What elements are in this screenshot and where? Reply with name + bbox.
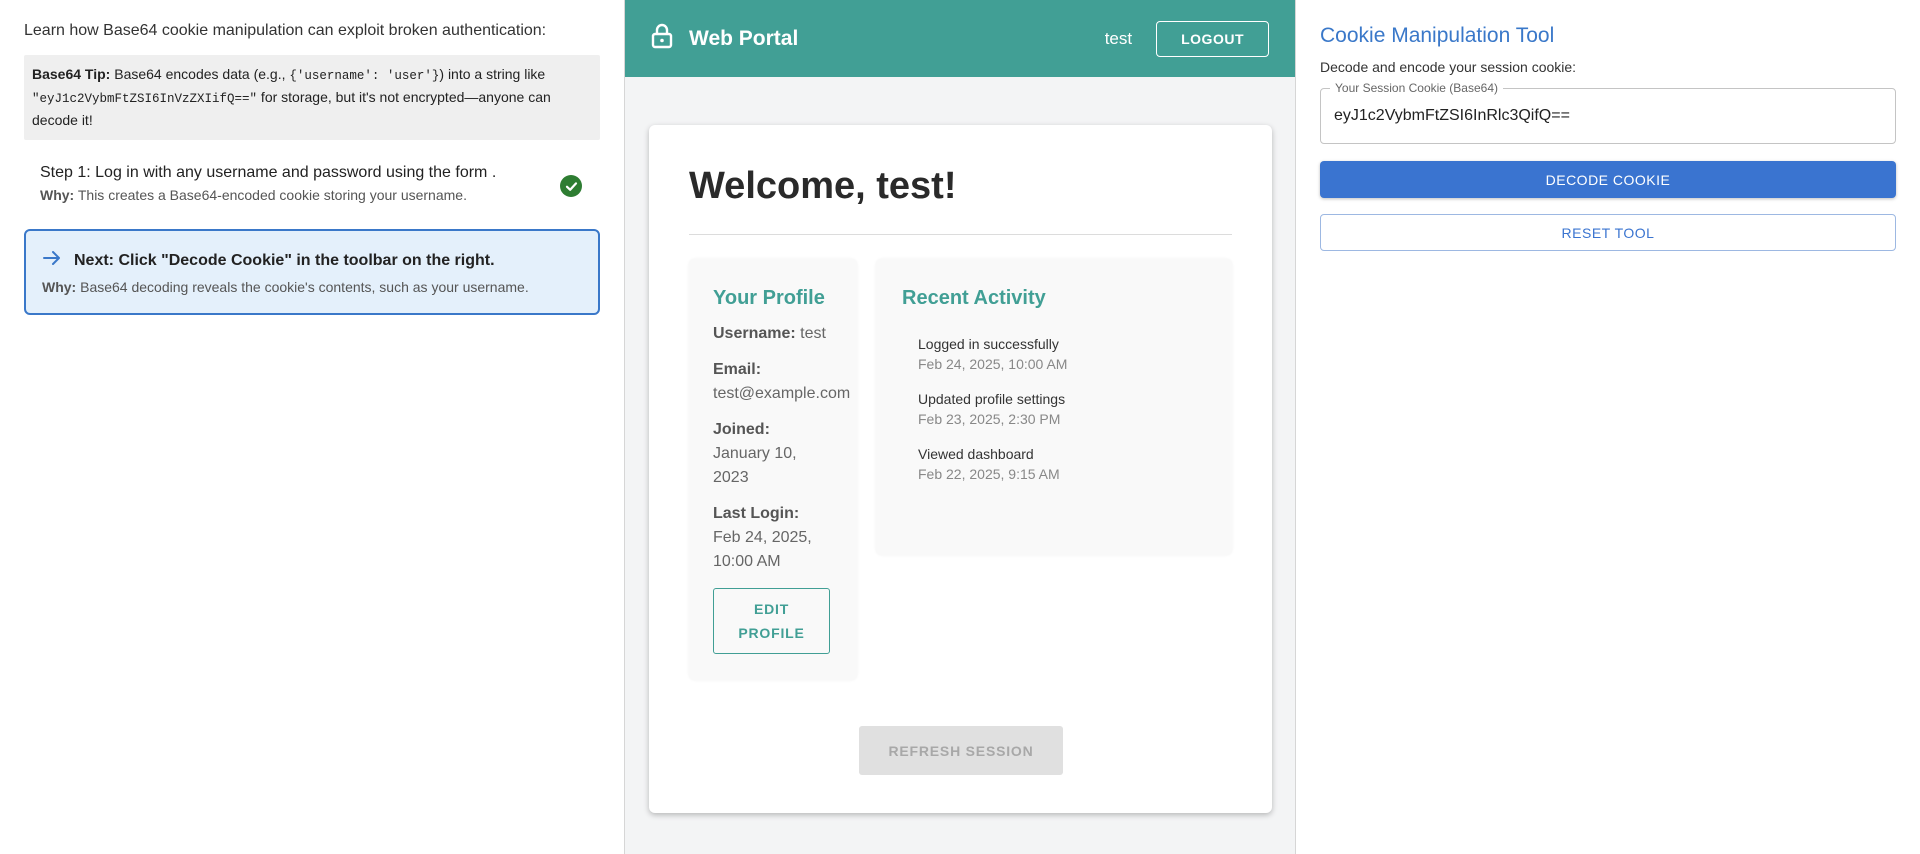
activity-item-title: Updated profile settings <box>918 391 1066 407</box>
step-1-why: Why: This creates a Base64-encoded cooki… <box>40 187 584 203</box>
portal-brand: Web Portal <box>689 26 799 50</box>
activity-panel: Recent Activity Logged in successfully F… <box>876 259 1232 555</box>
activity-item-time: Feb 23, 2025, 2:30 PM <box>918 411 1061 427</box>
portal-header: Web Portal test LOGOUT <box>625 0 1295 77</box>
next-step-title: Next: Click "Decode Cookie" in the toolb… <box>74 251 495 269</box>
reset-tool-button[interactable]: RESET TOOL <box>1320 214 1896 251</box>
tip-label: Base64 Tip: <box>32 66 111 82</box>
current-user: test <box>1104 28 1133 48</box>
dashboard-card: Welcome, test! Your Profile Username: te… <box>649 125 1272 813</box>
next-step: Next: Click "Decode Cookie" in the toolb… <box>24 229 600 315</box>
activity-item-time: Feb 24, 2025, 10:00 AM <box>918 356 1068 372</box>
cookie-tool-panel: Cookie Manipulation Tool Decode and enco… <box>1296 0 1920 854</box>
logout-button[interactable]: LOGOUT <box>1156 20 1269 57</box>
activity-item-time: Feb 22, 2025, 9:15 AM <box>918 466 1060 482</box>
divider <box>689 234 1232 235</box>
email-label: Email: <box>713 361 762 378</box>
profile-panel: Your Profile Username: test Email: test@e… <box>689 259 857 680</box>
username-value: test <box>795 325 826 342</box>
cookie-input[interactable]: Your Session Cookie (Base64) eyJ1c2VybmF… <box>1320 81 1896 144</box>
intro-text: Learn how Base64 cookie manipulation can… <box>24 22 547 39</box>
step-1-why-label: Why: <box>40 187 75 203</box>
step-1: Step 1: Log in with any username and pas… <box>24 140 600 213</box>
step-1-why-text: This creates a Base64-encoded cookie sto… <box>74 187 467 203</box>
next-why-label: Why: <box>42 279 77 295</box>
cookie-value[interactable]: eyJ1c2VybmFtZSI6InRlc3QifQ== <box>1334 107 1570 125</box>
last-login-label: Last Login: <box>713 505 800 522</box>
profile-title: Your Profile <box>713 287 825 309</box>
profile-email: Email: test@example.com <box>713 358 850 406</box>
activity-item-title: Viewed dashboard <box>918 446 1034 462</box>
profile-username: Username: test <box>713 322 833 346</box>
cookie-field-label: Your Session Cookie (Base64) <box>1330 81 1503 95</box>
next-step-why: Why: Base64 decoding reveals the cookie'… <box>42 279 582 295</box>
welcome-heading: Welcome, test! <box>689 165 957 207</box>
username-label: Username: <box>713 325 796 342</box>
list-item: Updated profile settings Feb 23, 2025, 2… <box>918 391 1206 427</box>
tool-subtitle: Decode and encode your session cookie: <box>1320 59 1577 75</box>
activity-list: Logged in successfully Feb 24, 2025, 10:… <box>902 336 1206 482</box>
list-item: Viewed dashboard Feb 22, 2025, 9:15 AM <box>918 446 1206 482</box>
activity-title: Recent Activity <box>902 287 1046 309</box>
edit-profile-button[interactable]: EDIT PROFILE <box>713 588 830 654</box>
tip-code-1: {'username': 'user'} <box>289 69 440 83</box>
joined-label: Joined: <box>713 421 770 438</box>
step-1-text: Step 1: Log in with any username and pas… <box>40 164 497 181</box>
activity-item-title: Logged in successfully <box>918 336 1059 352</box>
next-why-text: Base64 decoding reveals the cookie's con… <box>76 279 529 295</box>
refresh-session-button[interactable]: REFRESH SESSION <box>859 726 1063 775</box>
arrow-right-icon <box>42 250 62 271</box>
tip-text-2: ) into a string like <box>439 66 546 82</box>
profile-joined: Joined: January 10, 2023 <box>713 418 833 490</box>
last-login-value: Feb 24, 2025, 10:00 AM <box>713 529 812 570</box>
decode-cookie-button[interactable]: DECODE COOKIE <box>1320 161 1896 198</box>
tip-text-1: Base64 encodes data (e.g., <box>110 66 290 82</box>
lock-icon <box>651 23 673 54</box>
check-circle-icon <box>560 175 582 197</box>
instructions-panel: Learn how Base64 cookie manipulation can… <box>0 0 625 854</box>
tool-title: Cookie Manipulation Tool <box>1320 24 1555 47</box>
base64-tip: Base64 Tip: Base64 encodes data (e.g., {… <box>24 55 600 140</box>
email-value: test@example.com <box>713 385 851 402</box>
web-portal-panel: Web Portal test LOGOUT Welcome, test! Yo… <box>625 0 1296 854</box>
tip-code-2: "eyJ1c2VybmFtZSI6InVzZXIifQ==" <box>32 92 258 106</box>
list-item: Logged in successfully Feb 24, 2025, 10:… <box>918 336 1206 372</box>
joined-value: January 10, 2023 <box>713 445 797 486</box>
profile-last-login: Last Login: Feb 24, 2025, 10:00 AM <box>713 502 833 574</box>
